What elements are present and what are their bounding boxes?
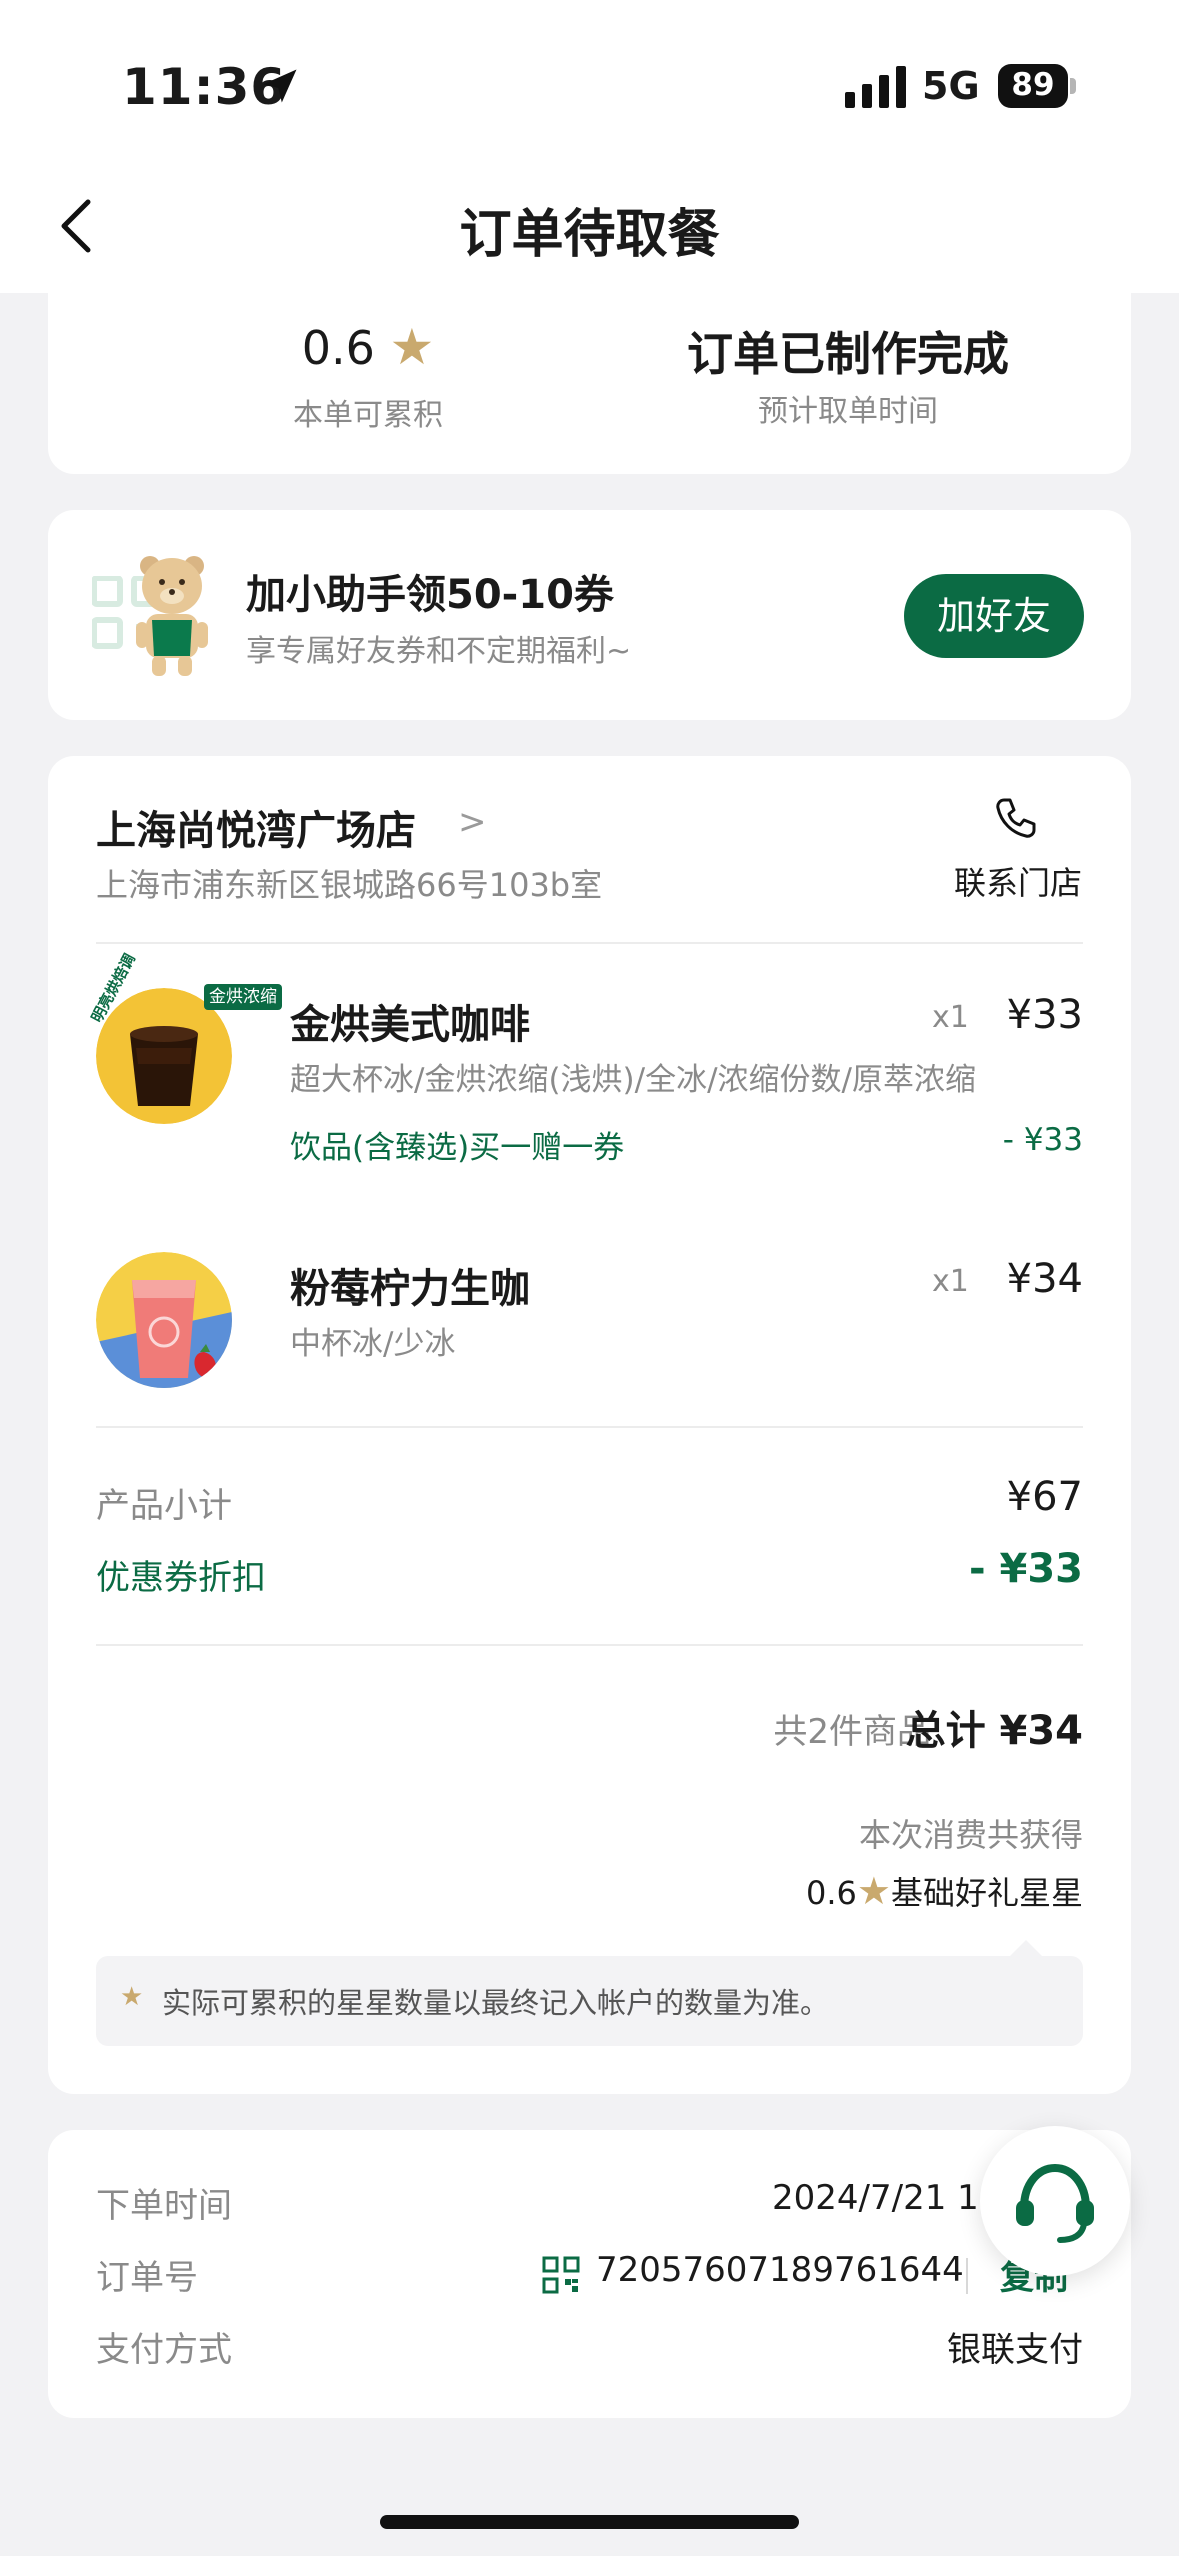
product-qty: x1 <box>932 1264 969 1299</box>
order-summary-card: 0.6 ★ 本单可累积 订单已制作完成 预计取单时间 <box>48 268 1131 474</box>
payment-label: 支付方式 <box>96 2330 232 2370</box>
promo-card: 加小助手领50-10券 享专属好友券和不定期福利~ 加好友 <box>48 510 1131 720</box>
promo-title: 加小助手领50-10券 <box>246 572 614 618</box>
home-indicator[interactable] <box>380 2515 799 2529</box>
stars-note: ★ 实际可累积的星星数量以最终记入帐户的数量为准。 <box>96 1956 1083 2046</box>
order-id-value: 72057607189761644 <box>596 2250 964 2290</box>
divider <box>96 1426 1083 1428</box>
order-time-value: 2024/7/21 1 <box>772 2178 979 2218</box>
signal-icon <box>845 66 906 108</box>
product-discount: - ¥33 <box>1002 1122 1083 1158</box>
battery-icon: 89 <box>998 64 1076 108</box>
location-arrow-icon <box>263 69 297 103</box>
page-title: 订单待取餐 <box>459 205 720 265</box>
product-name: 金烘美式咖啡 <box>290 1002 530 1048</box>
store-address: 上海市浦东新区银城路66号103b室 <box>96 866 603 904</box>
coupon-discount-value: - ¥33 <box>968 1546 1083 1592</box>
earn-label: 本次消费共获得 <box>858 1816 1083 1854</box>
product-price: ¥34 <box>1006 1256 1083 1302</box>
network-type: 5G <box>922 64 980 108</box>
bear-mascot-icon <box>136 556 208 676</box>
product-image <box>96 1252 232 1388</box>
coupon-discount-label: 优惠券折扣 <box>96 1558 266 1598</box>
customer-service-button[interactable] <box>980 2126 1130 2276</box>
store-name[interactable]: 上海尚悦湾广场店 <box>96 798 416 856</box>
battery-level: 89 <box>1011 67 1055 103</box>
note-text: 实际可累积的星星数量以最终记入帐户的数量为准。 <box>162 1986 830 2020</box>
phone-icon[interactable] <box>992 794 1040 842</box>
stars-number: 0.6 <box>301 321 375 375</box>
order-status: 订单已制作完成 <box>687 327 1009 381</box>
separator <box>966 2258 968 2294</box>
top-bar: 11:36 5G 89 订单待取餐 <box>0 0 1179 293</box>
earn-number: 0.6 <box>806 1874 857 1912</box>
order-info-card: 下单时间 2024/7/21 1 订单号 72057607189761644 复… <box>48 2130 1131 2418</box>
order-detail-card: 上海尚悦湾广场店 > 上海市浦东新区银城路66号103b室 联系门店 金烘浓缩 … <box>48 756 1131 2094</box>
divider <box>96 1644 1083 1646</box>
promo-subtitle: 享专属好友券和不定期福利~ <box>246 634 632 669</box>
product-options: 中杯冰/少冰 <box>290 1326 456 1362</box>
add-friend-button[interactable]: 加好友 <box>904 574 1084 658</box>
product-coupon: 饮品(含臻选)买一赠一券 <box>290 1130 625 1166</box>
earn-value: 0.6★基础好礼星星 <box>806 1868 1083 1914</box>
payment-value: 银联支付 <box>947 2330 1083 2370</box>
earn-unit: 基础好礼星星 <box>890 1874 1083 1912</box>
divider <box>96 942 1083 944</box>
order-status-label: 预计取单时间 <box>758 394 938 429</box>
product-qty: x1 <box>932 1000 969 1035</box>
star-icon: ★ <box>389 318 435 376</box>
product-options: 超大杯冰/金烘浓缩(浅烘)/全冰/浓缩份数/原萃浓缩 <box>290 1062 976 1098</box>
contact-store-button[interactable]: 联系门店 <box>948 858 1088 904</box>
subtotal-label: 产品小计 <box>96 1486 232 1526</box>
product-badge: 金烘浓缩 <box>204 984 282 1010</box>
chevron-right-icon[interactable]: > <box>458 802 487 842</box>
subtotal-value: ¥67 <box>1006 1474 1083 1520</box>
product-price: ¥33 <box>1006 992 1083 1038</box>
star-icon: ★ <box>856 1869 891 1913</box>
customer-service-icon <box>1016 2163 1094 2243</box>
product-name: 粉莓柠力生咖 <box>290 1266 530 1312</box>
qr-code-icon[interactable] <box>542 2256 580 2294</box>
order-total: 总计 ¥34 <box>905 1708 1083 1754</box>
order-time-label: 下单时间 <box>96 2186 232 2226</box>
stars-value: 0.6 ★ <box>248 318 488 376</box>
stars-label: 本单可累积 <box>293 398 443 433</box>
order-id-label: 订单号 <box>96 2258 198 2298</box>
star-icon: ★ <box>120 1982 144 2012</box>
